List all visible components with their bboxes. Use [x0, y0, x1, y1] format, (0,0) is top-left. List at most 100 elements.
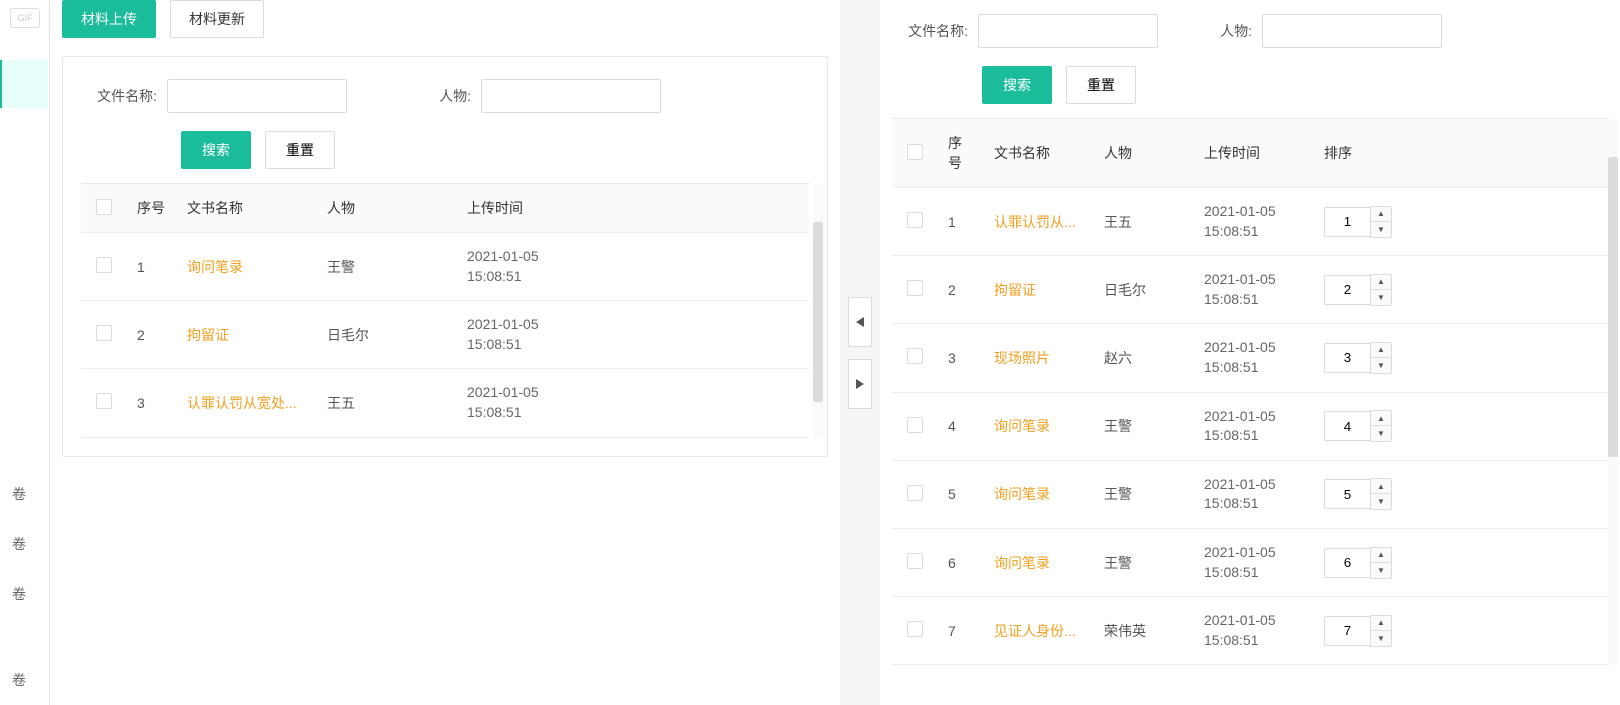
spinner-down-icon[interactable]: ▼ — [1371, 358, 1391, 373]
sort-stepper: ▲▼ — [1324, 615, 1598, 647]
search-button[interactable]: 搜索 — [181, 131, 251, 169]
sort-input[interactable] — [1324, 343, 1370, 373]
move-left-button[interactable] — [848, 297, 872, 347]
table-row: 6询问笔录王警2021-01-0515:08:51▲▼ — [892, 528, 1608, 596]
tab-upload[interactable]: 材料上传 — [62, 0, 156, 38]
cell-person: 王五 — [317, 369, 457, 437]
transfer-controls — [840, 0, 880, 705]
doc-link[interactable]: 见证人身份... — [994, 623, 1076, 639]
doc-link[interactable]: 拘留证 — [994, 282, 1036, 298]
cell-seq: 1 — [127, 233, 177, 301]
sort-input[interactable] — [1324, 411, 1370, 441]
table-row: 5询问笔录王警2021-01-0515:08:51▲▼ — [892, 460, 1608, 528]
spinner-down-icon[interactable]: ▼ — [1371, 426, 1391, 441]
person-label-right: 人物: — [1208, 21, 1252, 41]
table-row: 2拘留证日毛尔2021-01-0515:08:51 — [81, 301, 809, 369]
right-scrollbar-thumb[interactable] — [1608, 157, 1618, 457]
cell-seq: 7 — [938, 597, 984, 665]
right-panel: 文件名称: 人物: 搜索 重置 序号 文书名称 人物 上传时 — [880, 0, 1620, 705]
sort-input[interactable] — [1324, 275, 1370, 305]
spinner-up-icon[interactable]: ▲ — [1371, 411, 1391, 426]
cell-seq: 3 — [127, 369, 177, 437]
spinner-up-icon[interactable]: ▲ — [1371, 275, 1391, 290]
doc-link[interactable]: 拘留证 — [187, 327, 229, 343]
move-right-button[interactable] — [848, 359, 872, 409]
col-seq: 序号 — [127, 184, 177, 233]
row-checkbox[interactable] — [907, 553, 923, 569]
doc-link[interactable]: 认罪认罚从... — [994, 214, 1076, 230]
sort-input[interactable] — [1324, 616, 1370, 646]
row-checkbox[interactable] — [907, 212, 923, 228]
cell-time: 2021-01-0515:08:51 — [1194, 460, 1314, 528]
reset-button-right[interactable]: 重置 — [1066, 66, 1136, 104]
doc-link[interactable]: 询问笔录 — [994, 555, 1050, 571]
left-scrollbar-thumb[interactable] — [813, 222, 823, 402]
sidebar-item-fragment-3[interactable]: 卷 — [12, 584, 26, 604]
person-label: 人物: — [427, 86, 471, 106]
left-scrollbar-track[interactable] — [813, 184, 823, 438]
table-row: 3现场照片赵六2021-01-0515:08:51▲▼ — [892, 324, 1608, 392]
cell-person: 荣伟英 — [1094, 597, 1194, 665]
col-time-r: 上传时间 — [1194, 119, 1314, 188]
cell-person: 王五 — [1094, 188, 1194, 256]
row-checkbox[interactable] — [907, 485, 923, 501]
doc-link[interactable]: 询问笔录 — [187, 259, 243, 275]
filename-label-right: 文件名称: — [892, 21, 968, 41]
sort-input[interactable] — [1324, 548, 1370, 578]
spinner: ▲▼ — [1370, 342, 1392, 374]
row-checkbox[interactable] — [907, 417, 923, 433]
cell-time: 2021-01-0515:08:51 — [457, 301, 809, 369]
spinner: ▲▼ — [1370, 615, 1392, 647]
sidebar-item-fragment-4[interactable]: 卷 — [12, 670, 26, 690]
left-card: 文件名称: 人物: 搜索 重置 序号 — [62, 56, 828, 457]
doc-link[interactable]: 询问笔录 — [994, 486, 1050, 502]
sort-stepper: ▲▼ — [1324, 206, 1598, 238]
spinner-down-icon[interactable]: ▼ — [1371, 563, 1391, 578]
doc-link[interactable]: 认罪认罚从宽处... — [187, 395, 297, 411]
doc-link[interactable]: 现场照片 — [994, 350, 1050, 366]
row-checkbox[interactable] — [96, 257, 112, 273]
cell-person: 王警 — [1094, 392, 1194, 460]
spinner-up-icon[interactable]: ▲ — [1371, 343, 1391, 358]
spinner-up-icon[interactable]: ▲ — [1371, 548, 1391, 563]
doc-link[interactable]: 询问笔录 — [994, 418, 1050, 434]
right-select-all-checkbox[interactable] — [907, 144, 923, 160]
sort-stepper: ▲▼ — [1324, 478, 1598, 510]
cell-person: 日毛尔 — [1094, 256, 1194, 324]
search-button-right[interactable]: 搜索 — [982, 66, 1052, 104]
col-doc-r: 文书名称 — [984, 119, 1094, 188]
reset-button[interactable]: 重置 — [265, 131, 335, 169]
table-row: 7见证人身份...荣伟英2021-01-0515:08:51▲▼ — [892, 597, 1608, 665]
row-checkbox[interactable] — [907, 621, 923, 637]
right-table: 序号 文书名称 人物 上传时间 排序 1认罪认罚从...王五2021-01-05… — [892, 119, 1608, 665]
person-input[interactable] — [481, 79, 661, 113]
spinner-down-icon[interactable]: ▼ — [1371, 494, 1391, 509]
cell-seq: 6 — [938, 528, 984, 596]
sidebar-item-fragment-2[interactable]: 卷 — [12, 534, 26, 554]
right-scrollbar-track[interactable] — [1608, 119, 1618, 665]
spinner-up-icon[interactable]: ▲ — [1371, 207, 1391, 222]
row-checkbox[interactable] — [907, 348, 923, 364]
col-person-r: 人物 — [1094, 119, 1194, 188]
table-row: 3认罪认罚从宽处...王五2021-01-0515:08:51 — [81, 369, 809, 437]
row-checkbox[interactable] — [96, 325, 112, 341]
left-select-all-checkbox[interactable] — [96, 199, 112, 215]
row-checkbox[interactable] — [96, 393, 112, 409]
sidebar-item-fragment-1[interactable]: 卷 — [12, 484, 26, 504]
triangle-right-icon — [856, 379, 864, 389]
spinner-up-icon[interactable]: ▲ — [1371, 479, 1391, 494]
spinner-down-icon[interactable]: ▼ — [1371, 631, 1391, 646]
filename-input-right[interactable] — [978, 14, 1158, 48]
filename-input[interactable] — [167, 79, 347, 113]
spinner-down-icon[interactable]: ▼ — [1371, 290, 1391, 305]
spinner-up-icon[interactable]: ▲ — [1371, 616, 1391, 631]
tab-update[interactable]: 材料更新 — [170, 0, 264, 38]
spinner: ▲▼ — [1370, 547, 1392, 579]
person-input-right[interactable] — [1262, 14, 1442, 48]
filename-label: 文件名称: — [81, 86, 157, 106]
row-checkbox[interactable] — [907, 280, 923, 296]
spinner-down-icon[interactable]: ▼ — [1371, 222, 1391, 237]
cell-time: 2021-01-0515:08:51 — [1194, 392, 1314, 460]
sort-input[interactable] — [1324, 479, 1370, 509]
sort-input[interactable] — [1324, 207, 1370, 237]
